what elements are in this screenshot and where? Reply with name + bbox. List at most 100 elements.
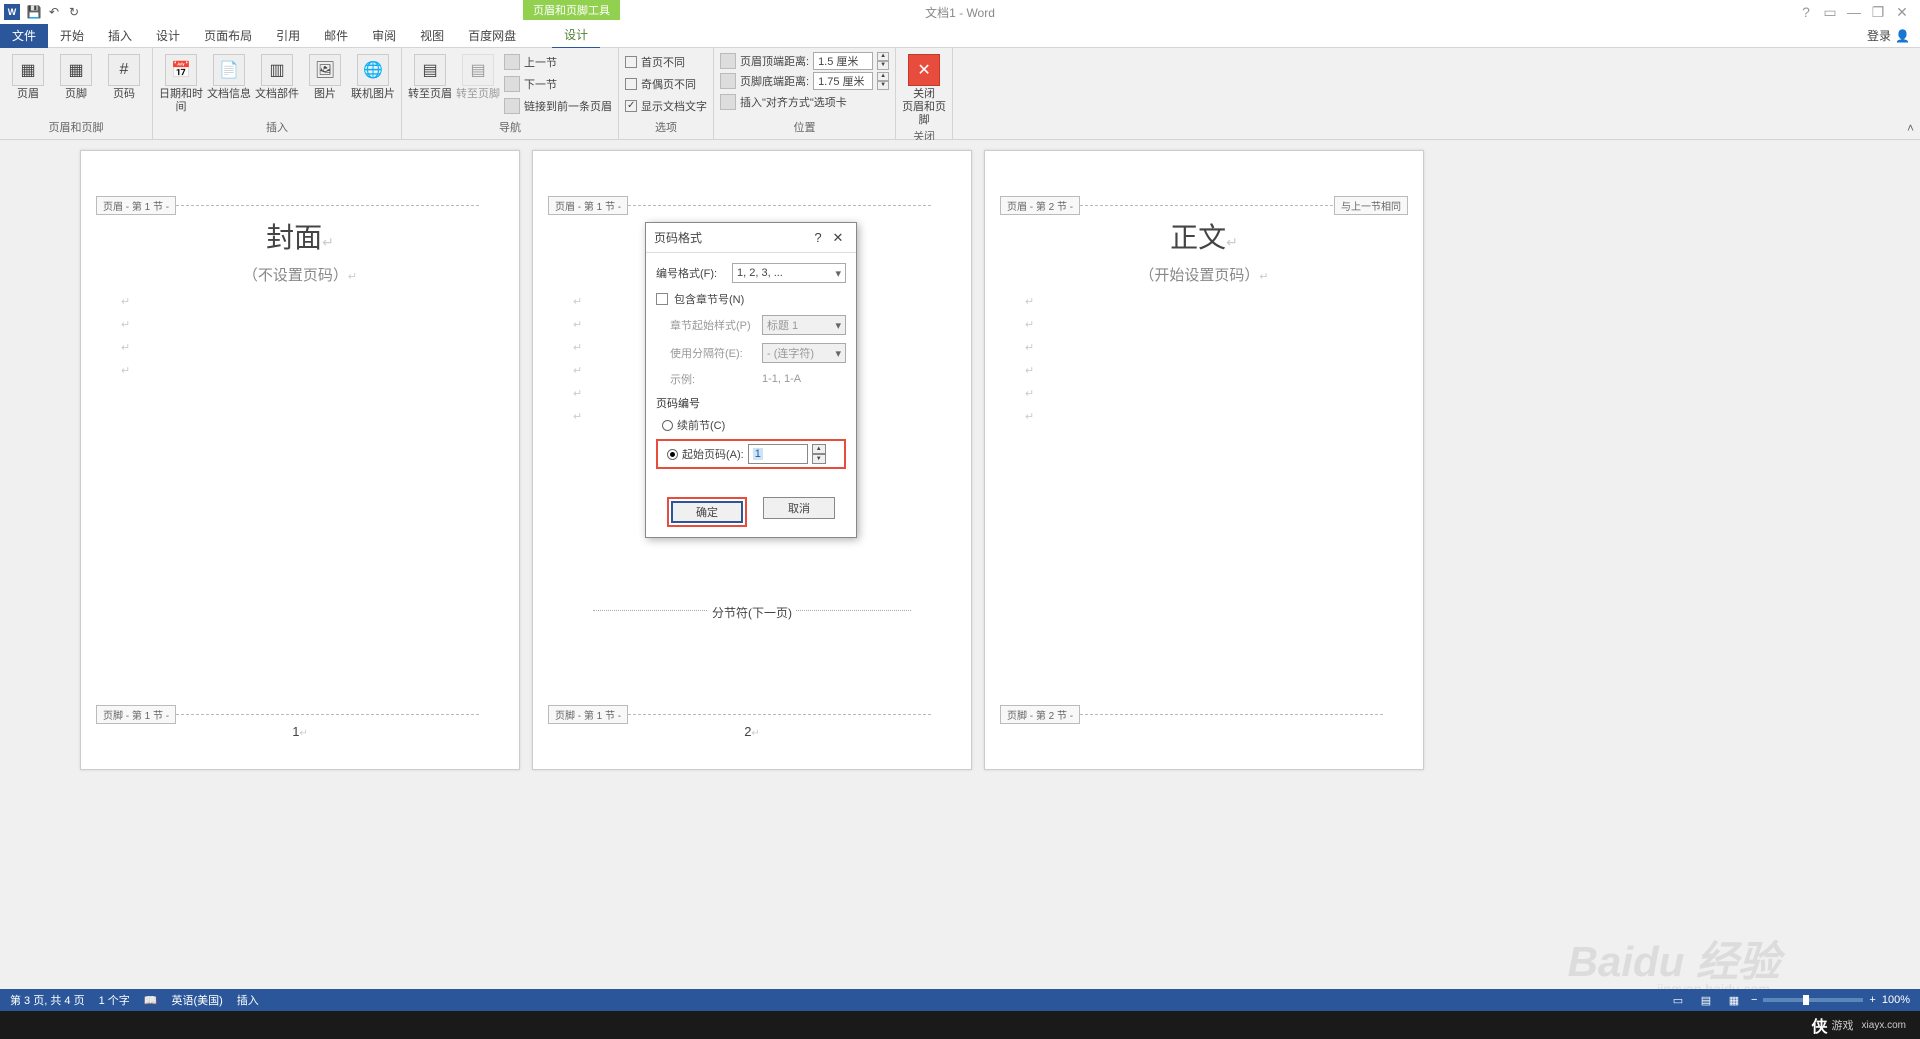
close-icon[interactable]: ✕ [1892, 4, 1912, 21]
prev-icon [504, 54, 520, 70]
btn-next-section[interactable]: 下一节 [504, 74, 612, 94]
link-icon [504, 98, 520, 114]
btn-close-hf[interactable]: ✕关闭 页眉和页脚 [902, 50, 946, 128]
qat-redo-icon[interactable]: ↻ [64, 2, 84, 22]
zoom-out-icon[interactable]: − [1751, 994, 1757, 1006]
ok-button[interactable]: 确定 [671, 501, 743, 523]
radio-start-at[interactable]: 起始页码(A): 1 ▲▼ [661, 444, 841, 464]
parts-icon: ▥ [261, 54, 293, 86]
btn-link-prev[interactable]: 链接到前一条页眉 [504, 96, 612, 116]
collapse-ribbon-icon[interactable]: ˄ [1907, 121, 1914, 135]
tab-review[interactable]: 审阅 [360, 23, 408, 48]
zoom-level[interactable]: 100% [1882, 994, 1910, 1006]
qat-save-icon[interactable]: 💾 [24, 2, 44, 22]
dialog-titlebar: 页码格式 ? ✕ [646, 223, 856, 253]
tab-hf-design[interactable]: 设计 [552, 22, 600, 49]
btn-insert-align-tab[interactable]: 插入"对齐方式"选项卡 [720, 92, 889, 112]
para-mark: ↵ [1025, 318, 1423, 331]
ruler-icon [720, 53, 736, 69]
zoom-in-icon[interactable]: + [1869, 994, 1875, 1006]
tab-layout[interactable]: 页面布局 [192, 23, 264, 48]
minimize-icon[interactable]: — [1844, 4, 1864, 21]
site-footer-bar: 侠 游戏 xiayx.com [0, 1011, 1920, 1039]
tab-view[interactable]: 视图 [408, 23, 456, 48]
number-format-combo[interactable]: 1, 2, 3, ... [732, 263, 846, 283]
cancel-button[interactable]: 取消 [763, 497, 835, 519]
page-number: 1↵ [292, 724, 308, 739]
btn-pagenum[interactable]: #页码 [102, 50, 146, 101]
btn-header[interactable]: ▦页眉 [6, 50, 50, 101]
group-options: 首页不同 奇偶页不同 显示文档文字 选项 [619, 48, 714, 139]
spin-up-icon[interactable]: ▲ [877, 72, 889, 81]
tab-mailings[interactable]: 邮件 [312, 23, 360, 48]
separator-label: 使用分隔符(E): [670, 345, 756, 361]
tab-references[interactable]: 引用 [264, 23, 312, 48]
zoom-slider[interactable] [1763, 998, 1863, 1002]
btn-parts[interactable]: ▥文档部件 [255, 50, 299, 101]
tab-baidu[interactable]: 百度网盘 [456, 23, 528, 48]
ruler-icon [720, 73, 736, 89]
ribbon-tabstrip: 文件 开始 插入 设计 页面布局 引用 邮件 审阅 视图 百度网盘 设计 登录👤 [0, 24, 1920, 48]
chk-first-diff[interactable]: 首页不同 [625, 52, 707, 72]
header-tab-right: 与上一节相同 [1334, 196, 1408, 215]
chk-show-doc-text[interactable]: 显示文档文字 [625, 96, 707, 116]
pagenum-icon: # [108, 54, 140, 86]
status-mode[interactable]: 插入 [237, 992, 259, 1008]
status-bar: 第 3 页, 共 4 页 1 个字 📖 英语(美国) 插入 ▭ ▤ ▦ − + … [0, 989, 1920, 1011]
status-proofing-icon[interactable]: 📖 [144, 994, 158, 1007]
page-title: 正文↵ [985, 216, 1423, 256]
view-web-icon[interactable]: ▦ [1723, 991, 1745, 1009]
dialog-title: 页码格式 [654, 229, 808, 246]
separator-combo: - (连字符) [762, 343, 846, 363]
btn-online-picture[interactable]: 🌐联机图片 [351, 50, 395, 101]
goto-footer-icon: ▤ [462, 54, 494, 86]
footer-bottom-input[interactable]: 1.75 厘米 [813, 72, 873, 90]
btn-prev-section[interactable]: 上一节 [504, 52, 612, 72]
tab-insert[interactable]: 插入 [96, 23, 144, 48]
login-link[interactable]: 登录👤 [1867, 27, 1920, 44]
btn-datetime[interactable]: 📅日期和时间 [159, 50, 203, 114]
tab-file[interactable]: 文件 [0, 23, 48, 48]
spin-down-icon[interactable]: ▼ [877, 81, 889, 90]
group-header-footer: ▦页眉 ▦页脚 #页码 页眉和页脚 [0, 48, 153, 139]
document-area[interactable]: 页眉 - 第 1 节 - 封面↵ （不设置页码）↵ ↵ ↵ ↵ ↵ 页脚 - 第… [0, 140, 1920, 991]
btn-footer[interactable]: ▦页脚 [54, 50, 98, 101]
para-mark: ↵ [1025, 410, 1423, 423]
group-nav: ▤转至页眉 ▤转至页脚 上一节 下一节 链接到前一条页眉 导航 [402, 48, 619, 139]
tab-design[interactable]: 设计 [144, 23, 192, 48]
example-label: 示例: [670, 371, 756, 387]
radio-icon [662, 420, 673, 431]
dialog-close-icon[interactable]: ✕ [828, 230, 848, 246]
tab-home[interactable]: 开始 [48, 23, 96, 48]
status-page[interactable]: 第 3 页, 共 4 页 [10, 992, 85, 1008]
view-print-icon[interactable]: ▤ [1695, 991, 1717, 1009]
btn-picture[interactable]: 🖼图片 [303, 50, 347, 101]
chk-odd-even[interactable]: 奇偶页不同 [625, 74, 707, 94]
para-mark: ↵ [1025, 295, 1423, 308]
page-title: 封面↵ [81, 216, 519, 256]
contextual-tab-title: 页眉和页脚工具 [523, 0, 620, 20]
restore-icon[interactable]: ❐ [1868, 4, 1888, 21]
dialog-help-icon[interactable]: ? [808, 230, 828, 245]
btn-goto-footer[interactable]: ▤转至页脚 [456, 50, 500, 101]
btn-docinfo[interactable]: 📄文档信息 [207, 50, 251, 101]
help-icon[interactable]: ? [1796, 4, 1816, 21]
view-read-icon[interactable]: ▭ [1667, 991, 1689, 1009]
radio-continue-prev[interactable]: 续前节(C) [656, 417, 846, 433]
spin-down-icon[interactable]: ▼ [812, 454, 826, 464]
include-chapter-checkbox[interactable] [656, 293, 668, 305]
status-words[interactable]: 1 个字 [99, 992, 130, 1008]
header-top-input[interactable]: 1.5 厘米 [813, 52, 873, 70]
radio-icon [667, 449, 678, 460]
qat-undo-icon[interactable]: ↶ [44, 2, 64, 22]
spin-up-icon[interactable]: ▲ [877, 52, 889, 61]
start-at-input[interactable]: 1 [748, 444, 808, 464]
picture-icon: 🖼 [309, 54, 341, 86]
btn-goto-header[interactable]: ▤转至页眉 [408, 50, 452, 101]
status-language[interactable]: 英语(美国) [171, 992, 222, 1008]
spin-down-icon[interactable]: ▼ [877, 61, 889, 70]
page-3: 页眉 - 第 2 节 - 与上一节相同 正文↵ （开始设置页码）↵ ↵ ↵ ↵ … [984, 150, 1424, 770]
number-format-label: 编号格式(F): [656, 265, 726, 281]
ribbon-options-icon[interactable]: ▭ [1820, 4, 1840, 21]
spin-up-icon[interactable]: ▲ [812, 444, 826, 454]
